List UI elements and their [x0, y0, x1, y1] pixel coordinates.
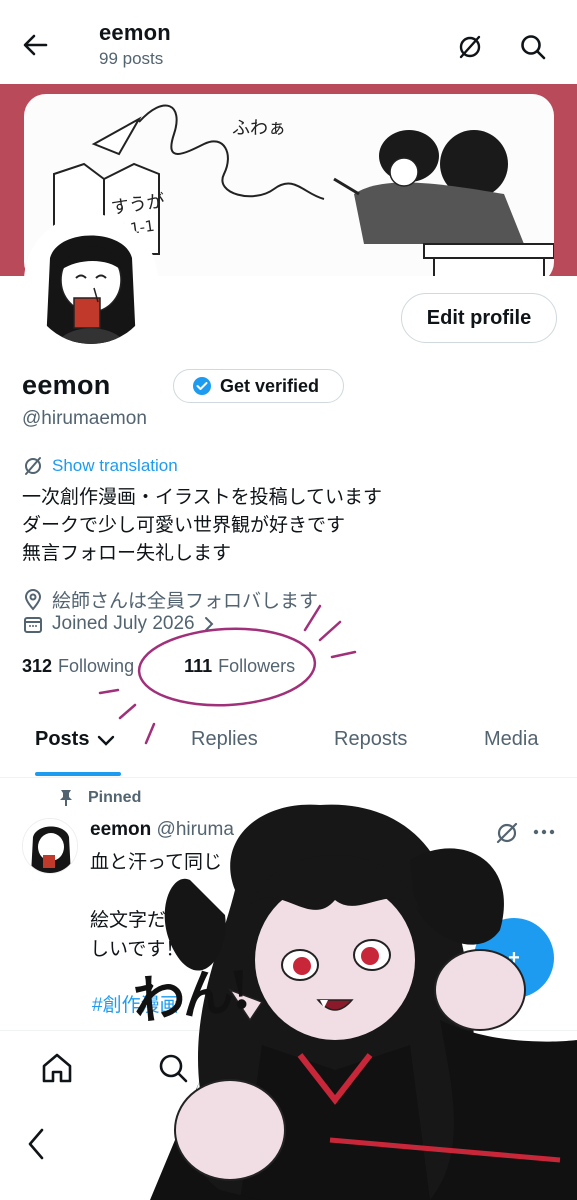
- show-translation-link[interactable]: Show translation: [22, 455, 178, 477]
- search-icon[interactable]: [518, 32, 548, 62]
- profile-name: eemon: [22, 370, 111, 400]
- profile-avatar[interactable]: [24, 214, 158, 348]
- show-translation-label: Show translation: [52, 456, 178, 475]
- tab-reposts[interactable]: Reposts: [334, 728, 407, 751]
- post-avatar-illustration: [23, 819, 77, 873]
- back-arrow-icon[interactable]: [20, 30, 50, 60]
- verified-badge-icon: [193, 377, 211, 395]
- translate-small-icon: [25, 457, 41, 475]
- profile-bio: 一次創作漫画・イラストを投稿しています ダークで少し可愛い世界観が好きです 無言…: [22, 484, 382, 568]
- bottom-navigation: [0, 1030, 577, 1102]
- home-icon[interactable]: [40, 1051, 74, 1085]
- calendar-icon: [24, 617, 42, 633]
- pinned-indicator: Pinned: [58, 789, 141, 807]
- profile-location: 絵師さんは全員フォロバします: [22, 586, 318, 613]
- tab-replies[interactable]: Replies: [191, 728, 258, 751]
- followers-label: Followers: [218, 656, 296, 676]
- followers-count: 111: [184, 656, 213, 676]
- tab-label: Posts: [35, 728, 90, 750]
- followers-link[interactable]: 111 Followers: [184, 656, 295, 677]
- header-title-block: eemon 99 posts: [99, 20, 171, 69]
- chevron-down-icon: [98, 735, 115, 746]
- bio-line: 一次創作漫画・イラストを投稿しています: [22, 487, 383, 508]
- post-body: 血と汗って同じ 絵文字だけ しいです！: [90, 848, 222, 964]
- following-link[interactable]: 312 Following: [22, 656, 134, 677]
- pin-icon: [60, 790, 72, 806]
- tab-media[interactable]: Media: [484, 728, 538, 751]
- more-options-icon[interactable]: [532, 820, 556, 844]
- post-line: 絵文字だけ: [90, 910, 186, 931]
- post-line-fragment: けたら嬉: [400, 911, 477, 932]
- pinned-label: Pinned: [88, 789, 142, 806]
- joined-text: Joined July 2026: [52, 613, 195, 634]
- location-pin-icon: [24, 588, 42, 611]
- following-label: Following: [58, 656, 135, 676]
- location-text: 絵師さんは全員フォロバします: [52, 591, 319, 612]
- post-author-name[interactable]: eemon: [90, 819, 151, 840]
- post-author-handle: @hiruma: [156, 819, 234, 840]
- tab-label: Reposts: [334, 728, 408, 750]
- search-nav-icon[interactable]: [156, 1051, 190, 1085]
- post-author-avatar[interactable]: [22, 818, 78, 874]
- profile-title: eemon: [99, 20, 171, 45]
- post-line: しいです！: [90, 939, 185, 960]
- following-count: 312: [22, 656, 53, 676]
- tab-label: Replies: [191, 728, 258, 750]
- svg-text:ふわぁ: ふわぁ: [232, 118, 286, 139]
- translate-icon[interactable]: [455, 32, 485, 62]
- post-hashtag[interactable]: #創作漫画: [92, 990, 179, 1017]
- post-line: 血と汗って同じ: [90, 852, 223, 873]
- post-count: 99 posts: [99, 49, 164, 68]
- profile-tabs: Posts Replies Reposts Media: [0, 716, 577, 778]
- get-verified-label: Get verified: [220, 375, 320, 396]
- profile-joined[interactable]: Joined July 2026: [22, 613, 225, 635]
- compose-button[interactable]: +: [474, 918, 554, 998]
- post-translate-icon[interactable]: [494, 820, 520, 846]
- system-back-icon[interactable]: [24, 1124, 50, 1164]
- system-navigation-bar: [0, 1102, 577, 1200]
- tab-posts[interactable]: Posts: [35, 728, 117, 751]
- edit-profile-button[interactable]: Edit profile: [401, 293, 557, 343]
- follow-stats: 312 Following 111 Followers: [22, 656, 295, 677]
- chevron-right-icon: [204, 617, 214, 631]
- post-header: eemon @hiruma: [90, 819, 234, 841]
- active-tab-indicator: [35, 772, 121, 776]
- bio-line: ダークで少し可愛い世界観が好きです: [22, 515, 346, 536]
- profile-handle: @hirumaemon: [22, 408, 147, 429]
- avatar-illustration: [28, 218, 154, 344]
- top-header: eemon 99 posts: [0, 0, 577, 84]
- post-line: [90, 877, 222, 906]
- get-verified-button[interactable]: Get verified: [173, 369, 344, 403]
- bio-line: 無言フォロー失礼します: [22, 543, 232, 564]
- tab-label: Media: [484, 728, 539, 750]
